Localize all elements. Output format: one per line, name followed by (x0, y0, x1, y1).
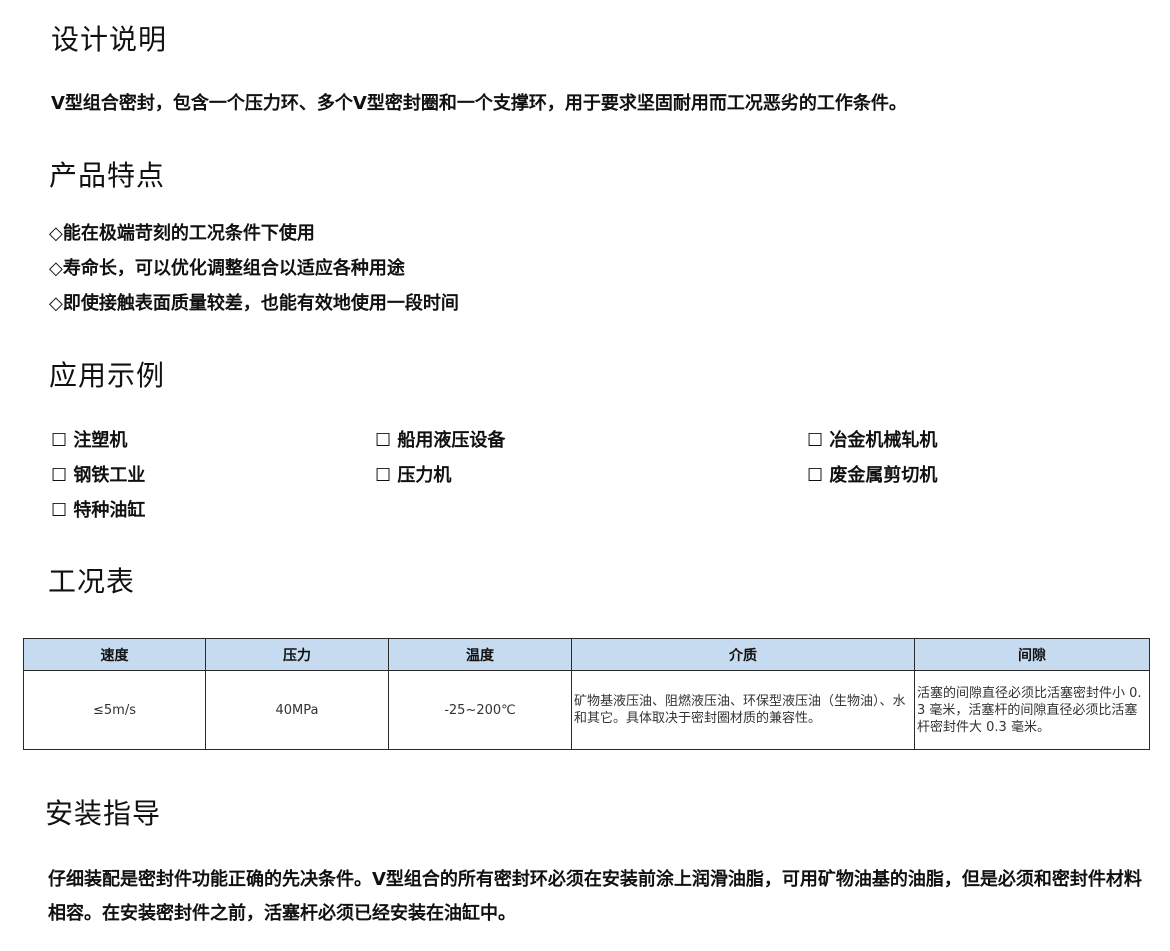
application-item: ☐ 废金属剪切机 (807, 465, 938, 486)
application-item: ☐ 钢铁工业 (51, 465, 146, 486)
header-medium: 介质 (571, 638, 915, 671)
table-header-row: 速度 压力 温度 介质 间隙 (23, 638, 1150, 671)
cell-clearance: 活塞的间隙直径必须比活塞密封件小 0.3 毫米，活塞杆的间隙直径必须比活塞杆密封… (914, 670, 1150, 750)
application-item: ☐ 特种油缸 (51, 500, 146, 521)
header-speed: 速度 (23, 638, 206, 671)
application-item: ☐ 注塑机 (51, 430, 128, 451)
install-heading: 安装指导 (45, 797, 162, 830)
header-temperature: 温度 (388, 638, 572, 671)
install-description: 仔细装配是密封件功能正确的先决条件。V型组合的所有密封环必须在安装前涂上润滑油脂… (48, 869, 1142, 924)
cell-temperature: -25~200℃ (388, 670, 572, 750)
feature-item: ◇即使接触表面质量较差，也能有效地使用一段时间 (49, 293, 459, 314)
cell-pressure: 40MPa (205, 670, 389, 750)
features-heading: 产品特点 (49, 159, 166, 192)
conditions-table: 速度 压力 温度 介质 间隙 ≤5m/s 40MPa -25~200℃ 矿物基液… (23, 638, 1150, 750)
application-item: ☐ 船用液压设备 (375, 430, 506, 451)
design-heading: 设计说明 (51, 23, 168, 56)
cell-speed: ≤5m/s (23, 670, 206, 750)
application-item: ☐ 压力机 (375, 465, 452, 486)
table-row: ≤5m/s 40MPa -25~200℃ 矿物基液压油、阻燃液压油、环保型液压油… (23, 670, 1150, 750)
header-clearance: 间隙 (914, 638, 1150, 671)
application-item: ☐ 冶金机械轧机 (807, 430, 938, 451)
feature-item: ◇能在极端苛刻的工况条件下使用 (49, 223, 315, 244)
header-pressure: 压力 (205, 638, 389, 671)
conditions-heading: 工况表 (48, 565, 136, 598)
design-description: V型组合密封，包含一个压力环、多个V型密封圈和一个支撑环，用于要求坚固耐用而工况… (51, 93, 907, 114)
feature-item: ◇寿命长，可以优化调整组合以适应各种用途 (49, 258, 405, 279)
applications-heading: 应用示例 (49, 359, 166, 392)
cell-medium: 矿物基液压油、阻燃液压油、环保型液压油（生物油）、水和其它。具体取决于密封圈材质… (571, 670, 915, 750)
